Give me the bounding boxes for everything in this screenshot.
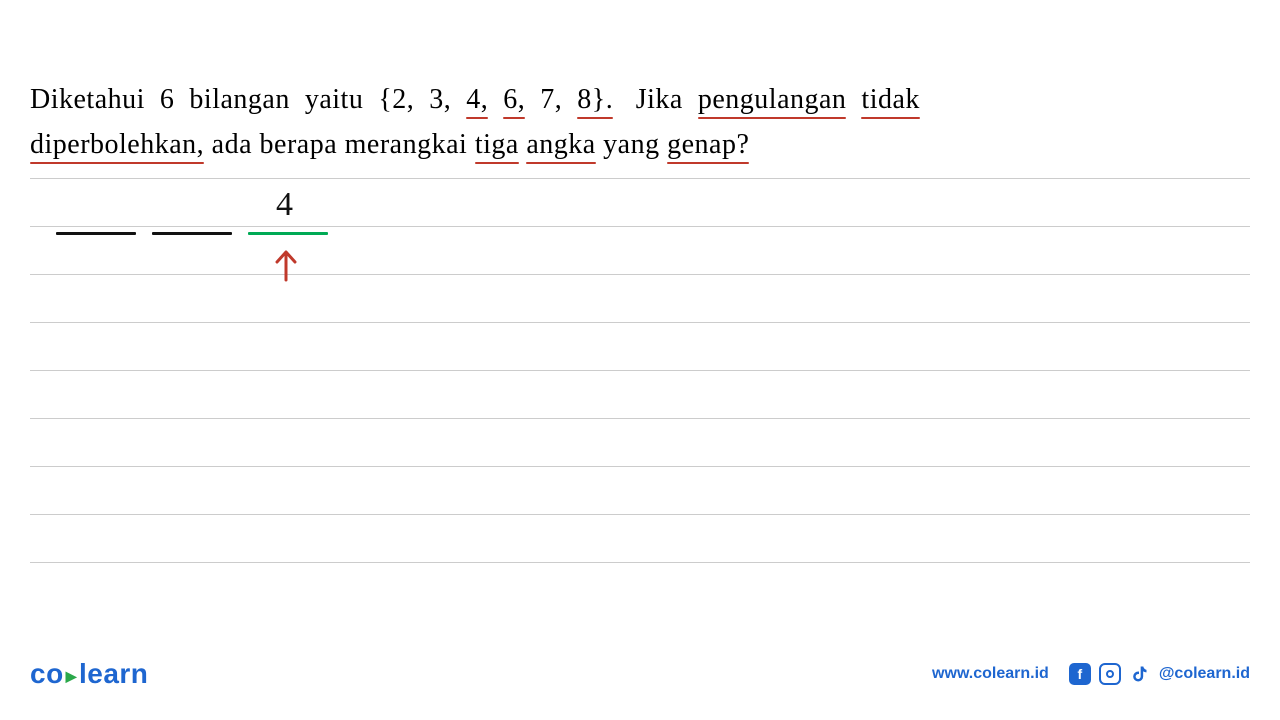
q-word: yaitu	[305, 84, 364, 115]
blank-slot-3	[248, 232, 328, 235]
rule-line	[30, 322, 1250, 323]
q-word: {2,	[378, 84, 414, 115]
rule-line	[30, 514, 1250, 515]
rule-line	[30, 274, 1250, 275]
handwritten-blanks	[56, 222, 340, 240]
q-word: yang	[603, 129, 659, 160]
q-word-underlined: diperbolehkan,	[30, 129, 204, 160]
facebook-icon: f	[1069, 663, 1091, 685]
q-word: Jika	[636, 84, 683, 115]
footer: co▶learn www.colearn.id f @colearn.id	[30, 658, 1250, 690]
q-word: 7,	[540, 84, 562, 115]
q-word: bilangan	[189, 84, 289, 115]
rule-line	[30, 562, 1250, 563]
q-word-underlined: tiga	[475, 129, 519, 160]
q-word-underlined: pengulangan	[698, 84, 847, 115]
blank-slot-2	[152, 232, 232, 235]
brand-logo: co▶learn	[30, 658, 148, 690]
q-word: 6	[160, 84, 175, 115]
rule-line	[30, 418, 1250, 419]
rule-line	[30, 370, 1250, 371]
social-handle: @colearn.id	[1159, 665, 1250, 683]
ruled-lines	[30, 178, 1250, 610]
q-word-underlined: 8}.	[577, 84, 613, 115]
q-word: berapa	[260, 129, 338, 160]
handwritten-digit: 4	[276, 186, 293, 224]
footer-right: www.colearn.id f @colearn.id	[932, 663, 1250, 685]
q-word-underlined: genap?	[667, 129, 749, 160]
instagram-icon	[1099, 663, 1121, 685]
social-group: f @colearn.id	[1069, 663, 1250, 685]
logo-co: co	[30, 658, 64, 689]
q-word-underlined: 6,	[503, 84, 525, 115]
page-root: { "question": { "segments": [ {"text": "…	[0, 0, 1280, 720]
rule-line	[30, 178, 1250, 179]
q-word: Diketahui	[30, 84, 145, 115]
q-word: ada	[212, 129, 252, 160]
logo-learn: learn	[79, 658, 148, 689]
rule-line	[30, 466, 1250, 467]
q-word: merangkai	[345, 129, 468, 160]
up-arrow-icon	[271, 248, 301, 282]
q-word-underlined: tidak	[861, 84, 920, 115]
q-word: 3,	[429, 84, 451, 115]
logo-dot-icon: ▶	[64, 668, 79, 684]
footer-url: www.colearn.id	[932, 665, 1049, 683]
q-word-underlined: angka	[526, 129, 595, 160]
blank-slot-1	[56, 232, 136, 235]
tiktok-icon	[1129, 663, 1151, 685]
q-word-underlined: 4,	[466, 84, 488, 115]
question-text: Diketahui 6 bilangan yaitu {2, 3, 4, 6, …	[30, 78, 1055, 168]
